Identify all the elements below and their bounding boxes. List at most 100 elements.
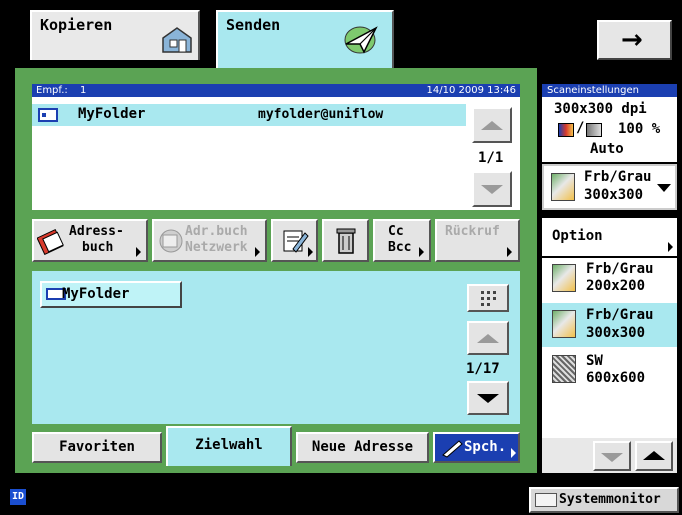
bcc-label: Bcc (388, 240, 412, 255)
option-scroll-up[interactable] (635, 441, 673, 471)
network-book-label-2: Netzwerk (185, 240, 248, 255)
recipient-page: 1/1 (478, 150, 504, 166)
tab-send-label: Senden (226, 16, 281, 34)
mode-label: Auto (590, 141, 624, 157)
bw-preset-icon (552, 355, 576, 383)
chevron-down-icon (657, 184, 671, 192)
delete-button[interactable] (322, 219, 369, 262)
option-item-selected[interactable]: Frb/Grau 300x300 (542, 303, 677, 347)
recipient-list: MyFolder myfolder@uniflow (32, 97, 466, 210)
option-item-line-2: 200x200 (586, 278, 646, 294)
recipient-name: MyFolder (78, 106, 146, 122)
network-book-icon (159, 229, 183, 253)
save-label: Spch. (464, 439, 507, 455)
address-scroll-up[interactable] (467, 321, 509, 355)
keypad-icon (481, 291, 496, 306)
option-item-line-1: SW (586, 353, 603, 369)
cc-bcc-button[interactable]: Cc Bcc (373, 219, 431, 262)
recipient-header: Empf.: 1 14/10 2009 13:46 (32, 84, 520, 97)
tab-favorites-label: Favoriten (59, 439, 135, 455)
id-badge-label: ID (11, 491, 25, 502)
grayscale-icon (586, 123, 602, 137)
option-item-line-1: Frb/Grau (586, 307, 654, 323)
recipient-datetime: 14/10 2009 13:46 (426, 85, 516, 96)
submenu-arrow-icon (507, 247, 512, 257)
submenu-arrow-icon (668, 242, 673, 252)
submenu-arrow-icon (308, 247, 313, 257)
folder-icon (38, 108, 58, 122)
next-button[interactable]: → (597, 20, 672, 60)
option-item[interactable]: SW 600x600 (542, 349, 677, 393)
keypad-button[interactable] (467, 284, 509, 312)
recall-label: Rückruf (445, 224, 500, 239)
option-item-line-2: 600x600 (586, 370, 646, 386)
up-arrow-icon (643, 451, 665, 460)
resolution-label: 300x300 dpi (554, 101, 647, 117)
network-book-label-1: Adr.buch (185, 224, 248, 239)
tab-new-address-label: Neue Adresse (311, 439, 414, 455)
network-address-book-button[interactable]: Adr.buch Netzwerk (152, 219, 267, 262)
copier-icon (162, 27, 192, 53)
pen-icon (442, 440, 463, 458)
tab-send[interactable]: Senden (216, 10, 394, 68)
submenu-arrow-icon (255, 247, 260, 257)
one-touch-item-label: MyFolder (62, 286, 130, 302)
down-arrow-icon (481, 185, 503, 194)
id-badge: ID (10, 489, 26, 505)
tab-new-address[interactable]: Neue Adresse (296, 432, 429, 463)
color-preset-icon (552, 310, 576, 338)
option-button[interactable]: Option (542, 218, 677, 256)
address-page: 1/17 (466, 361, 500, 377)
option-item-line-2: 300x300 (586, 325, 646, 341)
submenu-arrow-icon (419, 247, 424, 257)
cc-label: Cc (388, 224, 404, 239)
paper-plane-icon (344, 26, 378, 54)
slash-divider: / (576, 120, 585, 136)
address-book-button[interactable]: Adress- buch (32, 219, 148, 262)
recipient-scroll-down[interactable] (472, 171, 512, 207)
details-button[interactable] (271, 219, 318, 262)
preset-line-1: Frb/Grau (584, 169, 652, 185)
recipient-address: myfolder@uniflow (258, 107, 384, 122)
tab-one-touch-label: Zielwahl (195, 437, 263, 453)
color-preset-icon (551, 173, 575, 201)
submenu-arrow-icon (511, 448, 516, 458)
arrow-right-icon: → (621, 25, 643, 55)
scan-preset-dropdown[interactable]: Frb/Grau 300x300 (542, 164, 677, 210)
down-arrow-icon (601, 453, 623, 462)
tab-copy[interactable]: Kopieren (30, 10, 200, 60)
address-scroll-down[interactable] (467, 381, 509, 415)
color-mode-icon (558, 123, 574, 137)
tab-one-touch[interactable]: Zielwahl (166, 426, 292, 466)
recall-button[interactable]: Rückruf (435, 219, 520, 262)
system-monitor-button[interactable]: Systemmonitor (529, 487, 679, 513)
address-book-label-2: buch (82, 240, 114, 255)
submenu-arrow-icon (136, 247, 141, 257)
recipient-scroll: 1/1 (466, 97, 520, 210)
option-item[interactable]: Frb/Grau 200x200 (542, 258, 677, 302)
tab-copy-label: Kopieren (40, 16, 113, 34)
trash-icon (336, 228, 356, 254)
document-edit-icon (283, 230, 309, 253)
down-arrow-icon (477, 394, 499, 403)
scan-settings-panel: 300x300 dpi / 100 % Auto (542, 97, 677, 162)
recipient-header-label: Empf.: (36, 85, 68, 96)
monitor-icon (535, 493, 557, 507)
recipient-row[interactable]: MyFolder myfolder@uniflow (32, 104, 466, 126)
save-button[interactable]: Spch. (433, 432, 520, 463)
option-item-line-1: Frb/Grau (586, 261, 654, 277)
option-label: Option (552, 228, 603, 244)
scan-settings-header: Scaneinstellungen (542, 84, 677, 97)
preset-line-2: 300x300 (584, 187, 644, 203)
address-book-label-1: Adress- (69, 224, 124, 239)
recipient-count: 1 (80, 85, 87, 96)
system-monitor-label: Systemmonitor (559, 492, 661, 507)
color-preset-icon (552, 264, 576, 292)
zoom-label: 100 % (618, 121, 661, 137)
one-touch-item[interactable]: MyFolder (40, 281, 182, 308)
tab-favorites[interactable]: Favoriten (32, 432, 162, 463)
address-book-icon (37, 228, 64, 255)
option-scroll-down[interactable] (593, 441, 631, 471)
up-arrow-icon (477, 334, 499, 343)
recipient-scroll-up[interactable] (472, 107, 512, 143)
